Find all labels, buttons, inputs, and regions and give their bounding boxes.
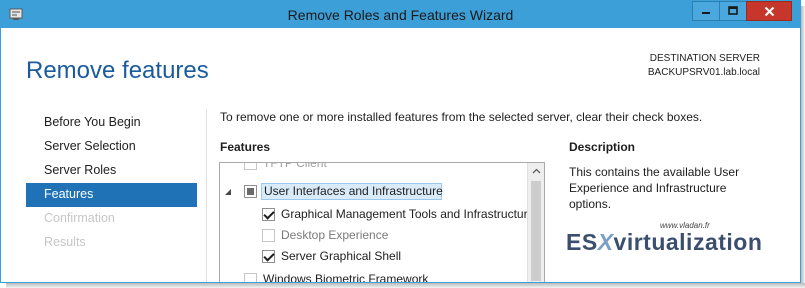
checkbox-windows-biometric[interactable] [244,273,257,282]
features-tree[interactable]: TFTP Client User Interfaces and Infrastr… [219,162,545,283]
destination-label: DESTINATION SERVER [649,53,760,64]
checkbox-graphical-management[interactable] [262,208,275,221]
tree-label-tftp-client: TFTP Client [263,163,327,170]
intro-text: To remove one or more installed features… [220,110,703,124]
scroll-thumb[interactable] [531,181,541,281]
wizard-nav: Before You Begin Server Selection Server… [26,111,197,255]
checkbox-user-interfaces[interactable] [244,185,257,198]
tree-label-windows-biometric: Windows Biometric Framework [263,272,429,283]
tree-row-desktop-experience[interactable]: Desktop Experience [220,225,528,246]
wizard-window: Remove Roles and Features Wizard Remove … [0,0,801,283]
triangle-expanded-icon[interactable] [224,188,232,196]
checkbox-desktop-experience[interactable] [262,229,275,242]
tree-label-desktop-experience: Desktop Experience [281,228,389,242]
window-title: Remove Roles and Features Wizard [287,7,514,23]
features-tree-content: TFTP Client User Interfaces and Infrastr… [220,163,528,283]
watermark-logo-text: ESXvirtualization [566,229,763,255]
tree-row-tftp-client[interactable]: TFTP Client [220,163,528,174]
destination-server-name: BACKUPSRV01.lab.local [647,67,760,78]
tree-row-user-interfaces[interactable]: User Interfaces and Infrastructure [220,181,528,202]
nav-item-server-roles[interactable]: Server Roles [26,159,197,183]
tree-label-server-graphical-shell: Server Graphical Shell [281,249,402,263]
checkbox-tftp-client[interactable] [244,163,257,170]
chevron-up-icon [532,168,541,174]
close-icon [764,6,774,16]
tree-scrollbar[interactable] [527,163,544,282]
maximize-button[interactable] [719,1,746,21]
nav-item-confirmation: Confirmation [44,211,115,225]
features-heading: Features [220,140,271,154]
minimize-icon [702,12,710,14]
scroll-up-button[interactable] [528,163,544,179]
nav-item-server-selection[interactable]: Server Selection [26,135,197,159]
nav-item-before-you-begin[interactable]: Before You Begin [26,111,197,135]
checkbox-server-graphical-shell[interactable] [262,250,275,263]
watermark-logo: www.vladan.fr ESXvirtualization [566,221,791,279]
tree-row-windows-biometric[interactable]: Windows Biometric Framework [220,269,528,283]
tree-row-server-graphical-shell[interactable]: Server Graphical Shell [220,246,528,267]
nav-item-results: Results [44,235,86,249]
tree-row-graphical-management[interactable]: Graphical Management Tools and Infrastru… [220,204,528,225]
nav-divider [206,109,207,282]
close-button[interactable] [746,1,792,21]
nav-item-features[interactable]: Features [26,183,197,207]
page-title: Remove features [26,57,209,84]
description-text: This contains the available User Experie… [569,165,740,211]
tree-label-graphical-management: Graphical Management Tools and Infrastru… [281,207,528,221]
description-heading: Description [569,140,636,154]
maximize-icon [728,6,738,15]
title-bar[interactable]: Remove Roles and Features Wizard [1,1,800,28]
destination-server-info: DESTINATION SERVER BACKUPSRV01.lab.local [648,52,760,80]
minimize-button[interactable] [692,1,719,21]
tree-label-user-interfaces: User Interfaces and Infrastructure [264,184,443,198]
